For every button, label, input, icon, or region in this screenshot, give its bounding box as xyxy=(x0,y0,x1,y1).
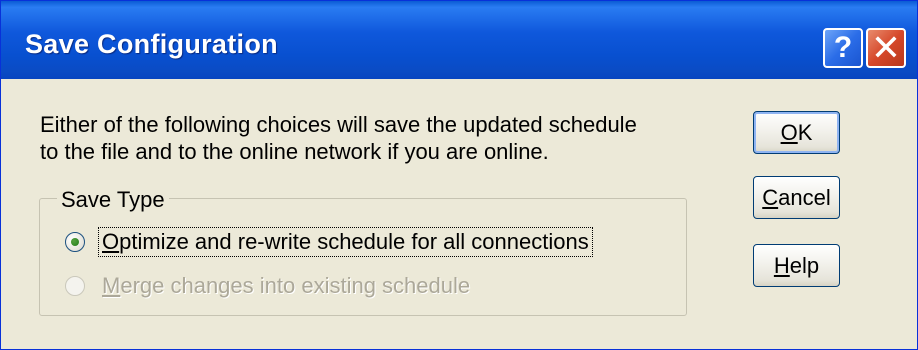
save-configuration-dialog: Save Configuration ? ✕ Either of the fol… xyxy=(0,0,918,350)
radio-merge-changes-button xyxy=(65,276,85,296)
ok-mnemonic: O xyxy=(780,120,798,145)
dialog-title: Save Configuration xyxy=(25,29,278,59)
radio-merge-changes-text: erge changes into existing schedule xyxy=(120,273,471,298)
message-line-2: to the file and to the online network if… xyxy=(40,139,549,164)
help-label-rest: elp xyxy=(789,253,820,278)
title-bar[interactable]: Save Configuration ? ✕ xyxy=(1,1,917,79)
radio-optimize-rewrite[interactable]: Optimize and re-write schedule for all c… xyxy=(65,227,593,257)
radio-merge-changes: Merge changes into existing schedule xyxy=(65,271,473,301)
save-type-group-label: Save Type xyxy=(57,187,169,213)
cancel-label-rest: ancel xyxy=(778,185,831,210)
radio-selected-dot xyxy=(71,238,79,246)
close-icon[interactable]: ✕ xyxy=(866,28,906,68)
cancel-button[interactable]: Cancel xyxy=(753,176,840,219)
message-line-1: Either of the following choices will sav… xyxy=(40,112,637,137)
radio-optimize-rewrite-label[interactable]: Optimize and re-write schedule for all c… xyxy=(98,227,593,257)
help-button[interactable]: Help xyxy=(753,244,840,287)
radio-optimize-rewrite-text: ptimize and re-write schedule for all co… xyxy=(119,229,589,254)
mnemonic-o: O xyxy=(102,229,120,254)
ok-button[interactable]: OK xyxy=(753,111,840,154)
help-mnemonic: H xyxy=(773,253,790,278)
cancel-mnemonic: C xyxy=(762,185,779,210)
ok-label-rest: K xyxy=(797,120,813,145)
radio-merge-changes-label: Merge changes into existing schedule xyxy=(99,272,473,300)
radio-optimize-rewrite-button[interactable] xyxy=(65,232,85,252)
mnemonic-m: M xyxy=(102,273,121,298)
help-question-icon[interactable]: ? xyxy=(823,28,863,68)
dialog-message: Either of the following choices will sav… xyxy=(40,111,740,165)
